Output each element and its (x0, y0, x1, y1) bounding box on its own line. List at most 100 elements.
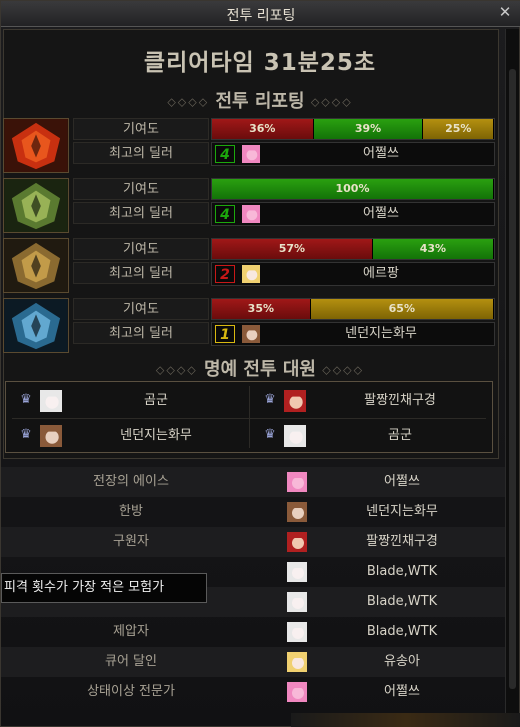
ornament-left-icon: ◇◇◇◇ (167, 95, 210, 109)
white-avatar-icon (287, 622, 307, 642)
award-player-name: 팔짱낀채구경 (366, 534, 438, 549)
best-dealer-name: 넨던지는화무 (345, 326, 417, 341)
contribution-segment: 57% (212, 239, 373, 259)
honor-member[interactable]: ♛ 넨던지는화무 (6, 419, 246, 453)
honor-member-name: 곰군 (144, 393, 168, 408)
party-row: 기여도 57% 43% 최고의 딜러 2 에르팡 (3, 238, 497, 294)
contribution-segment: 36% (212, 119, 314, 139)
pink-avatar-icon (241, 145, 261, 163)
white-avatar-icon (40, 390, 62, 412)
ornament-left-icon: ◇◇◇◇ (155, 363, 198, 377)
contribution-label: 기여도 (73, 298, 209, 320)
ice-emblem-icon (3, 298, 69, 353)
contribution-segment: 100% (212, 179, 494, 199)
best-dealer-label: 최고의 딜러 (73, 202, 209, 224)
rank-badge-icon: 4 (215, 205, 235, 223)
brown-avatar-icon (40, 425, 62, 447)
award-row[interactable]: 전장의 에이스 어쩔쓰 (1, 467, 506, 497)
bottom-decoration (291, 713, 520, 727)
award-title: 큐어 달인 (105, 654, 157, 669)
crown-icon: ♛ (264, 427, 276, 442)
party-row: 기여도 36% 39% 25% 최고의 딜러 4 어쩔쓰 (3, 118, 497, 174)
best-dealer-box: 2 에르팡 (211, 262, 495, 286)
award-player-name: Blade,WTK (366, 594, 438, 609)
brown-avatar-icon (241, 325, 261, 343)
contribution-label: 기여도 (73, 118, 209, 140)
award-title: 구원자 (113, 534, 149, 549)
best-dealer-box: 4 어쩔쓰 (211, 142, 495, 166)
honor-member-name: 넨던지는화무 (120, 428, 192, 443)
battle-report-window: 전투 리포팅 ✕ 클리어타임 31분25초 ◇◇◇◇ 전투 리포팅 ◇◇◇◇ 기… (0, 0, 520, 727)
white-avatar-icon (287, 562, 307, 582)
gold-knight-emblem-icon (3, 238, 69, 293)
award-title: 제압자 (113, 624, 149, 639)
award-player-name: 어쩔쓰 (384, 474, 420, 489)
scrollbar[interactable] (505, 29, 519, 727)
scrollbar-thumb[interactable] (509, 69, 516, 689)
award-title: 한방 (119, 504, 143, 519)
pink-avatar-icon (287, 682, 307, 702)
best-dealer-label: 최고의 딜러 (73, 322, 209, 344)
section-header-report: ◇◇◇◇ 전투 리포팅 ◇◇◇◇ (1, 87, 519, 113)
award-row[interactable]: 큐어 달인 유송아 (1, 647, 506, 677)
contribution-bar: 36% 39% 25% (211, 118, 495, 140)
best-dealer-box: 4 어쩔쓰 (211, 202, 495, 226)
contribution-segment: 39% (313, 119, 424, 139)
party-row: 기여도 100% 최고의 딜러 4 어쩔쓰 (3, 178, 497, 234)
award-row[interactable]: 상태이상 전문가 어쩔쓰 (1, 677, 506, 707)
award-player-name: 넨던지는화무 (366, 504, 438, 519)
award-player-name: Blade,WTK (366, 564, 438, 579)
white-avatar-icon (287, 592, 307, 612)
contribution-bar: 57% 43% (211, 238, 495, 260)
honor-member[interactable]: ♛ 팔짱낀채구경 (250, 384, 490, 418)
close-icon[interactable]: ✕ (497, 4, 513, 20)
title-bar[interactable]: 전투 리포팅 ✕ (1, 1, 520, 27)
award-row[interactable]: 한방 넨던지는화무 (1, 497, 506, 527)
blonde-avatar-icon (241, 265, 261, 283)
pink-avatar-icon (241, 205, 261, 223)
clear-time: 클리어타임 31분25초 (143, 50, 377, 76)
flame-emblem-icon (3, 118, 69, 173)
award-row[interactable]: 제압자 Blade,WTK (1, 617, 506, 647)
contribution-bar: 100% (211, 178, 495, 200)
best-dealer-name: 어쩔쓰 (363, 206, 399, 221)
best-dealer-name: 에르팡 (363, 266, 399, 281)
crown-icon: ♛ (20, 392, 32, 407)
brown-avatar-icon (287, 502, 307, 522)
award-tooltip: 피격 횟수가 가장 적은 모험가 (1, 573, 207, 603)
award-row[interactable]: 구원자 팔짱낀채구경 (1, 527, 506, 557)
section-title-honor: 명예 전투 대원 (204, 359, 316, 380)
party-row: 기여도 35% 65% 최고의 딜러 1 넨던지는화무 (3, 298, 497, 354)
best-dealer-name: 어쩔쓰 (363, 146, 399, 161)
window-title: 전투 리포팅 (226, 8, 296, 24)
contribution-segment: 43% (372, 239, 494, 259)
contribution-label: 기여도 (73, 178, 209, 200)
rank-badge-icon: 1 (215, 325, 235, 343)
award-title: 상태이상 전문가 (87, 684, 175, 699)
contribution-label: 기여도 (73, 238, 209, 260)
section-title-report: 전투 리포팅 (215, 91, 305, 112)
contribution-segment: 65% (310, 299, 494, 319)
red-avatar-icon (284, 390, 306, 412)
pink-avatar-icon (287, 472, 307, 492)
ornament-right-icon: ◇◇◇◇ (310, 95, 353, 109)
rank-badge-icon: 2 (215, 265, 235, 283)
red-avatar-icon (287, 532, 307, 552)
award-player-name: 유송아 (384, 654, 420, 669)
crown-icon: ♛ (20, 427, 32, 442)
green-thorn-emblem-icon (3, 178, 69, 233)
honor-member[interactable]: ♛ 곰군 (250, 419, 490, 453)
section-header-honor: ◇◇◇◇ 명예 전투 대원 ◇◇◇◇ (1, 355, 519, 381)
rank-badge-icon: 4 (215, 145, 235, 163)
best-dealer-box: 1 넨던지는화무 (211, 322, 495, 346)
best-dealer-label: 최고의 딜러 (73, 262, 209, 284)
honor-member-name: 팔짱낀채구경 (364, 393, 436, 408)
honor-member-name: 곰군 (388, 428, 412, 443)
best-dealer-label: 최고의 딜러 (73, 142, 209, 164)
contribution-bar: 35% 65% (211, 298, 495, 320)
contribution-segment: 25% (423, 119, 494, 139)
award-title: 전장의 에이스 (93, 474, 169, 489)
crown-icon: ♛ (264, 392, 276, 407)
blonde-avatar-icon (287, 652, 307, 672)
honor-member[interactable]: ♛ 곰군 (6, 384, 246, 418)
